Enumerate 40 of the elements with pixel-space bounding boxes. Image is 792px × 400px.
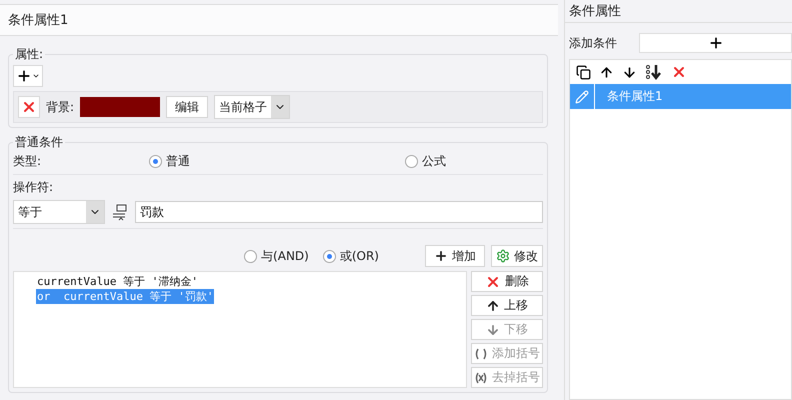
gear-icon — [496, 249, 510, 263]
plus-icon — [708, 35, 724, 51]
modify-button[interactable]: 修改 — [491, 245, 543, 267]
plus-icon — [16, 68, 32, 84]
move-up-button[interactable] — [599, 64, 614, 80]
type-radio[interactable]: 公式 — [405, 153, 446, 170]
action-button[interactable]: 上移 — [471, 295, 543, 316]
action-button[interactable]: 删除 — [471, 271, 543, 292]
plus-icon — [434, 249, 448, 263]
edit-button[interactable]: 编辑 — [166, 96, 208, 118]
group-label: 普通条件 — [14, 134, 64, 151]
color-swatch[interactable] — [80, 97, 160, 117]
delete-button[interactable] — [671, 64, 687, 80]
logic-radio[interactable]: 或(OR) — [322, 248, 379, 264]
close-icon — [21, 99, 37, 115]
type-label: 类型: — [13, 153, 42, 170]
add-menu-button[interactable] — [13, 65, 43, 87]
remove-button[interactable] — [18, 96, 40, 118]
panel-title: 条件属性 — [565, 0, 792, 23]
move-down-button[interactable] — [622, 64, 637, 80]
type-radio[interactable]: 普通 — [149, 153, 399, 170]
background-label: 背景: — [46, 98, 74, 116]
pencil-icon — [575, 90, 589, 104]
arrow-down-icon — [486, 322, 500, 336]
condition-item[interactable]: currentValue 等于 '滞纳金' — [36, 274, 199, 289]
panel-title: 条件属性1 — [0, 4, 558, 36]
operator-dropdown[interactable]: 等于 — [13, 200, 105, 224]
parentheses-icon — [474, 348, 488, 360]
value-type-icon — [111, 203, 129, 221]
group-label: 属性: — [14, 46, 44, 63]
scope-dropdown[interactable]: 当前格子 — [214, 95, 290, 119]
copy-button[interactable] — [576, 64, 591, 80]
move-bottom-button[interactable] — [645, 64, 663, 80]
logic-radio[interactable]: 与(AND) — [244, 248, 309, 264]
caret-icon — [32, 72, 40, 80]
add-condition-label: 添加条件 — [569, 34, 618, 52]
operator-label: 操作符: — [13, 179, 54, 196]
add-button[interactable]: 增加 — [425, 245, 485, 267]
remove-parentheses-icon — [474, 372, 488, 384]
value-field[interactable]: 罚款 — [135, 201, 543, 223]
